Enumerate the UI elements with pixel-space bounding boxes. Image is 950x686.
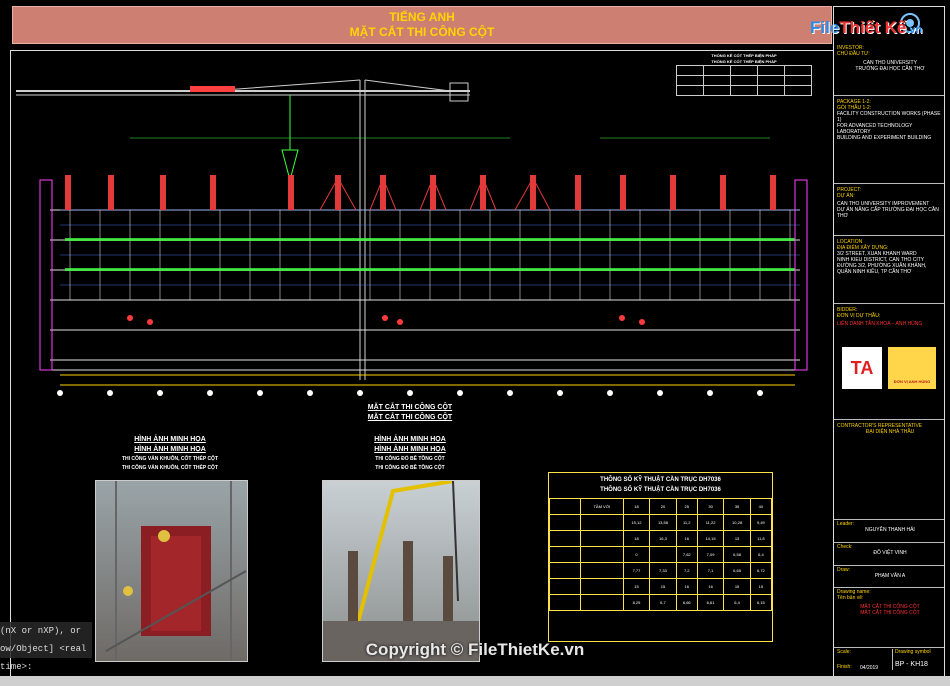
photo1-caption-1: HÌNH ẢNH MINH HỌA [134, 436, 206, 443]
tower-crane [16, 79, 470, 380]
spec-row: 18 16,3 16 14,15 13 11,8 [549, 530, 773, 547]
location-line-4: QUẬN NINH KIỀU, TP CẦN THƠ [837, 269, 912, 275]
section-title-2: MẶT CẮT THI CÔNG CỘT [367, 414, 453, 421]
photo1-sub-1: THI CÔNG VÁN KHUÔN, CỐT THÉP CỘT [121, 456, 219, 462]
bidder-logo-left-text: TA [850, 358, 874, 378]
photo2-caption-1: HÌNH ẢNH MINH HỌA [374, 436, 446, 443]
crane-spec-table: THÔNG SỐ KỸ THUẬT CẦN TRỤC DH7036 THÔNG … [548, 472, 773, 642]
title-line-2: MẶT CẮT THI CÔNG CỘT [349, 25, 495, 39]
command-line-1: (nX or nXP), or [0, 626, 82, 636]
symbol-value: BP - KH18 [895, 661, 928, 668]
contractor-label-vn: ĐẠI DIỆN NHÀ THẦU [865, 429, 915, 435]
spec-row: 15 15 16 16 15 15 [549, 578, 773, 595]
finish-value: 04/2019 [860, 665, 879, 671]
package-line-3: BUILDING AND EXPERIMENT BUILDING [837, 135, 932, 141]
right-scaffold [794, 179, 808, 371]
bidder-name: LIÊN DANH TÂN KHOA – ANH HÙNG [837, 321, 923, 327]
check-row: Check: ĐỖ VIỆT VINH [837, 544, 943, 556]
photo2-sub-1: THI CÔNG ĐỔ BÊ TÔNG CỘT [375, 456, 445, 462]
investor-block: INVESTOR: CHỦ ĐẦU TƯ: CAN THO UNIVERSITY… [837, 45, 943, 72]
bidder-logo-left: TA [842, 347, 882, 389]
crane-steel-statistics: THỐNG KÊ CỐT THÉP BIỆN PHÁP THỐNG KÊ CỐT… [676, 53, 812, 96]
photo1-caption: HÌNH ẢNH MINH HỌA HÌNH ẢNH MINH HỌA THI … [110, 435, 230, 473]
spec-header-cell: 35 [723, 498, 751, 515]
photo1-caption-2: HÌNH ẢNH MINH HỌA [134, 446, 206, 453]
drawing-title-banner: TIẾNG ANH MẶT CẮT THI CÔNG CỘT [12, 6, 832, 44]
package-line-1: FACILITY CONSTRUCTION WORKS (PHASE 1) [837, 111, 941, 123]
crane-counterweight [190, 86, 235, 92]
status-strip [0, 676, 950, 686]
spec-title-2: THÔNG SỐ KỸ THUẬT CẦN TRỤC DH7036 [600, 487, 721, 493]
spec-row: 0 7,62 7,09 6,58 6,4 [549, 546, 773, 563]
location-block: LOCATION ĐỊA ĐIỂM XÂY DỰNG: 3/2 STREET, … [837, 239, 943, 275]
bidder-block: BIDDER: ĐƠN VỊ DỰ THẦU: LIÊN DANH TÂN KH… [837, 307, 943, 327]
spec-row: 15,12 13,58 11,2 11,22 10,28 9,49 [549, 514, 773, 531]
spec-grid: TẦM VỚI 18 20 25 30 35 40 15,12 13,58 11,2… [549, 498, 773, 611]
bidder-logo-right: ĐƠN VỊ ANH HÙNG [888, 347, 936, 389]
bidder-label-vn: ĐƠN VỊ DỰ THẦU: [837, 313, 881, 319]
investor-name-vn: TRƯỜNG ĐẠI HỌC CẦN THƠ [855, 66, 925, 72]
section-title-1: MẶT CẮT THI CÔNG CỘT [367, 404, 453, 411]
photo2-caption-2: HÌNH ẢNH MINH HỌA [374, 446, 446, 453]
column-construction-elevation [16, 79, 808, 396]
check-name: ĐỖ VIỆT VINH [873, 550, 907, 556]
project-label-vn: DỰ ÁN: [837, 193, 855, 199]
concrete-pouring-photo [322, 480, 480, 662]
investor-label-vn: CHỦ ĐẦU TƯ: [837, 51, 870, 57]
project-block: PROJECT: DỰ ÁN: CAN THO UNIVERSITY IMPRO… [837, 187, 943, 219]
leader-row: Leader: NGUYỄN THANH HẢI [837, 521, 943, 533]
draw-name: PHẠM VĂN A [874, 573, 906, 579]
contractor-block: CONTRACTOR'S REPRESENTATIVE ĐẠI DIỆN NHÀ… [837, 423, 943, 435]
bidder-logo-right-text: ĐƠN VỊ ANH HÙNG [893, 379, 931, 384]
left-scaffold [39, 179, 53, 371]
section-title: MẶT CẮT THI CÔNG CỘT MẶT CẮT THI CÔNG CỘ… [360, 403, 460, 423]
crane-table [676, 65, 812, 96]
title-line-1: TIẾNG ANH [389, 10, 455, 24]
spec-title-1: THÔNG SỐ KỸ THUẬT CẦN TRỤC DH7036 [600, 477, 721, 483]
spec-row: 8,25 6,7 6,66 6,61 6,4 6,15 [549, 594, 773, 611]
leader-name: NGUYỄN THANH HẢI [865, 527, 915, 533]
drawing-name-2: MẶT CẮT THI CÔNG CỘT [860, 610, 920, 616]
formwork-photo [95, 480, 248, 662]
spec-header-cell: TẦM VỚI [580, 498, 624, 515]
package-line-2: FOR ADVANCED TECHNOLOGY LABORATORY [837, 123, 913, 135]
project-line-2: DỰ ÁN NÂNG CẤP TRƯỜNG ĐẠI HỌC CẦN THƠ [837, 207, 939, 219]
photo2-caption: HÌNH ẢNH MINH HỌA HÌNH ẢNH MINH HỌA THI … [350, 435, 470, 473]
copyright-watermark: Copyright © FileThietKe.vn [365, 640, 585, 659]
spec-header-cell: 20 [649, 498, 677, 515]
spec-header-cell: 30 [696, 498, 725, 515]
photo1-sub-2: THI CÔNG VÁN KHUÔN, CỐT THÉP CỘT [121, 465, 219, 471]
drawing-name-block: Drawing name: Tên bản vẽ: MẶT CẮT THI CÔ… [837, 589, 943, 616]
draw-row: Draw: PHẠM VĂN A [837, 567, 943, 579]
spec-header-cell: 25 [675, 498, 698, 515]
spec-row: 7,77 7,33 7,2 7,1 6,65 6,72 [549, 562, 773, 579]
package-block: PACKAGE 1-2: GÓI THẦU 1-2: FACILITY CONS… [837, 99, 943, 141]
drawing-name-label-vn: Tên bản vẽ: [837, 595, 864, 601]
spec-header-cell: 40 [749, 498, 773, 515]
spec-header-cell: 18 [622, 498, 651, 515]
drawing-title-block: INVESTOR: CHỦ ĐẦU TƯ: CAN THO UNIVERSITY… [833, 6, 945, 678]
photo2-sub-2: THI CÔNG ĐỔ BÊ TÔNG CỘT [375, 465, 445, 471]
